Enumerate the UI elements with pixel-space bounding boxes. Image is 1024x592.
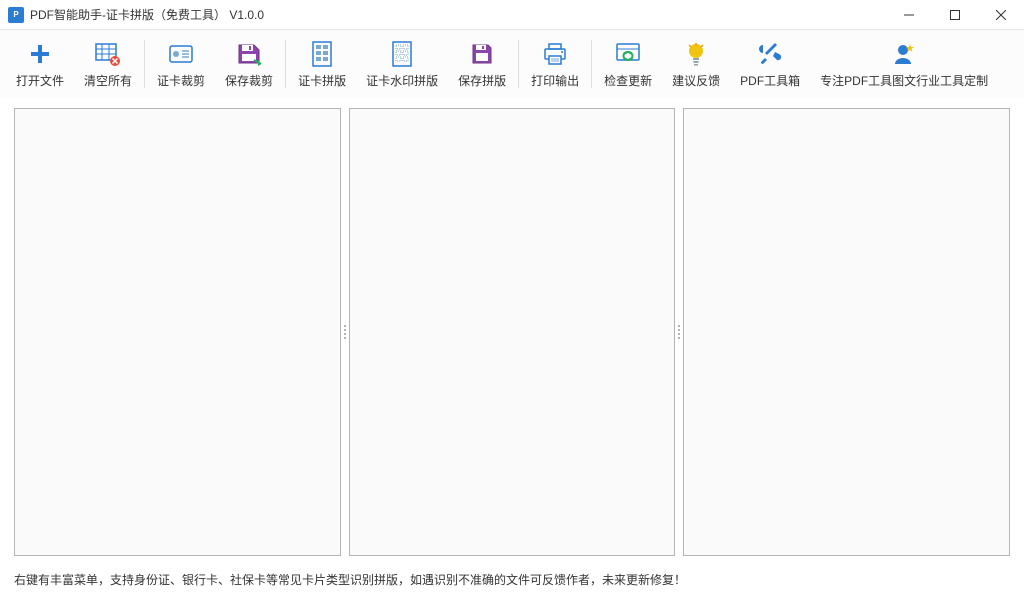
feedback-label: 建议反馈 xyxy=(672,72,720,89)
lightbulb-icon xyxy=(682,40,710,68)
card-watermark-label: 证卡水印拼版 xyxy=(366,72,438,89)
pdf-toolbox-label: PDF工具箱 xyxy=(740,72,800,89)
window-controls xyxy=(886,0,1024,30)
window-title: PDF智能助手-证卡拼版（免费工具） V1.0.0 xyxy=(30,6,886,23)
status-text: 右键有丰富菜单，支持身份证、银行卡、社保卡等常见卡片类型识别拼版，如遇识别不准确… xyxy=(14,571,686,588)
open-file-label: 打开文件 xyxy=(16,72,64,89)
tools-icon xyxy=(756,40,784,68)
save-crop-icon xyxy=(235,40,263,68)
panel-right[interactable] xyxy=(683,108,1010,556)
check-update-label: 检查更新 xyxy=(604,72,652,89)
toolbar-separator xyxy=(144,40,145,88)
panel-left[interactable] xyxy=(14,108,341,556)
feedback-button[interactable]: 建议反馈 xyxy=(662,36,730,93)
app-icon: P xyxy=(8,7,24,23)
statusbar: 右键有丰富菜单，支持身份证、银行卡、社保卡等常见卡片类型识别拼版，如遇识别不准确… xyxy=(0,566,1024,592)
save-crop-label: 保存裁剪 xyxy=(225,72,273,89)
plus-icon xyxy=(26,40,54,68)
card-watermark-icon xyxy=(388,40,416,68)
card-crop-button[interactable]: 证卡裁剪 xyxy=(147,36,215,93)
toolbar-separator xyxy=(285,40,286,88)
save-crop-button[interactable]: 保存裁剪 xyxy=(215,36,283,93)
open-file-button[interactable]: 打开文件 xyxy=(6,36,74,93)
person-star-icon xyxy=(890,40,918,68)
clear-all-button[interactable]: 清空所有 xyxy=(74,36,142,93)
splitter-grip-icon xyxy=(678,325,680,339)
splitter-2[interactable] xyxy=(675,108,683,556)
card-watermark-layout-button[interactable]: 证卡水印拼版 xyxy=(356,36,448,93)
card-crop-icon xyxy=(167,40,195,68)
toolbar: 打开文件 清空所有 xyxy=(0,30,1024,98)
printer-icon xyxy=(541,40,569,68)
close-button[interactable] xyxy=(978,0,1024,30)
titlebar: P PDF智能助手-证卡拼版（免费工具） V1.0.0 xyxy=(0,0,1024,30)
check-update-button[interactable]: 检查更新 xyxy=(594,36,662,93)
grid-delete-icon xyxy=(94,40,122,68)
clear-all-label: 清空所有 xyxy=(84,72,132,89)
save-layout-icon xyxy=(468,40,496,68)
card-layout-button[interactable]: 证卡拼版 xyxy=(288,36,356,93)
splitter-grip-icon xyxy=(344,325,346,339)
print-output-label: 打印输出 xyxy=(531,72,579,89)
content-area xyxy=(0,98,1024,566)
card-crop-label: 证卡裁剪 xyxy=(157,72,205,89)
card-layout-label: 证卡拼版 xyxy=(298,72,346,89)
custom-tools-button[interactable]: 专注PDF工具图文行业工具定制 xyxy=(810,36,998,93)
splitter-1[interactable] xyxy=(341,108,349,556)
custom-tools-label: 专注PDF工具图文行业工具定制 xyxy=(820,72,988,89)
pdf-toolbox-button[interactable]: PDF工具箱 xyxy=(730,36,810,93)
card-layout-icon xyxy=(308,40,336,68)
panel-middle[interactable] xyxy=(349,108,676,556)
save-layout-button[interactable]: 保存拼版 xyxy=(448,36,516,93)
save-layout-label: 保存拼版 xyxy=(458,72,506,89)
toolbar-separator xyxy=(591,40,592,88)
toolbar-separator xyxy=(518,40,519,88)
maximize-button[interactable] xyxy=(932,0,978,30)
print-output-button[interactable]: 打印输出 xyxy=(521,36,589,93)
minimize-button[interactable] xyxy=(886,0,932,30)
refresh-update-icon xyxy=(614,40,642,68)
